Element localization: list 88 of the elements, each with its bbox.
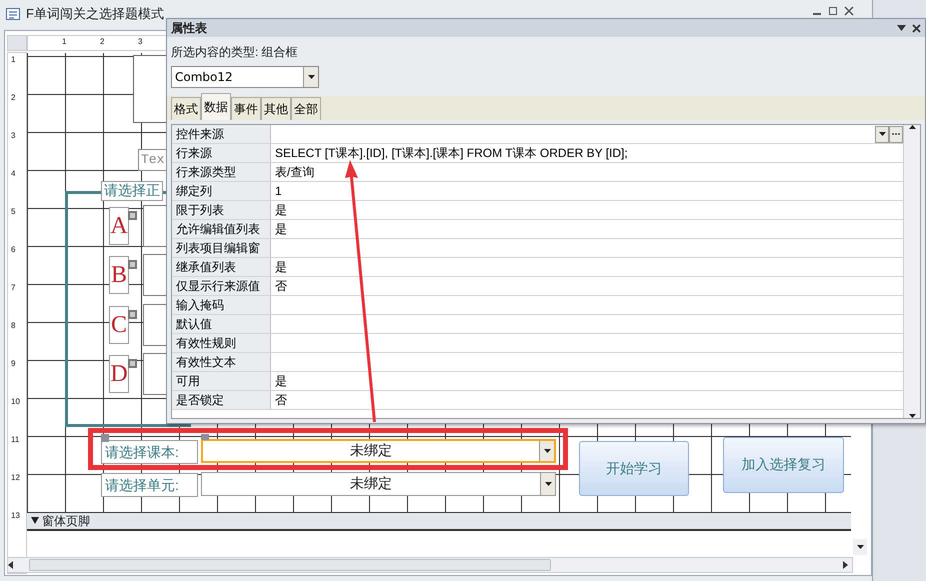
dropdown-icon[interactable] [897,25,906,31]
property-value[interactable]: 是 [275,258,287,276]
property-name: 控件来源 [172,125,271,143]
ruler-number: 8 [11,321,16,330]
option-label: C [109,306,129,344]
property-name: 继承值列表 [172,258,271,276]
scroll-right-icon[interactable] [843,561,848,569]
selection-type-text: 所选内容的类型: 组合框 [170,44,299,61]
dropdown-button[interactable] [875,126,889,142]
object-selector[interactable]: Combo12 [171,66,319,88]
option-label: D [109,355,129,393]
ruler-number: 1 [11,55,16,64]
ruler-number: 6 [11,245,16,254]
ruler-number: 10 [11,397,20,406]
field-label: 请选择单元: [101,473,198,497]
ruler-number: 11 [11,435,20,444]
option-button-icon[interactable] [128,260,137,269]
property-name: 默认值 [172,315,271,333]
option-label: A [109,207,129,245]
option-label: B [109,256,129,294]
scroll-thumb[interactable] [29,559,551,571]
panel-title: 属性表 [171,20,207,36]
ruler-number: 12 [11,473,20,482]
property-value[interactable]: 是 [275,220,287,238]
property-name: 输入掩码 [172,296,271,314]
arrow-icon [31,517,39,525]
ruler-number: 2 [11,93,16,102]
ruler-number: 1 [62,37,66,46]
property-value[interactable]: 是 [275,372,287,390]
close-icon[interactable] [844,6,854,16]
property-value[interactable]: 1 [275,184,282,198]
ruler-number: 13 [11,511,20,520]
form-button[interactable]: 加入选择复习 [723,437,844,493]
property-value[interactable]: 表/查询 [275,164,314,180]
form-icon [6,8,20,20]
property-name: 绑定列 [172,182,271,200]
dropdown-icon [544,482,552,486]
ruler-number: 9 [11,359,16,368]
builder-button[interactable] [889,126,903,142]
restore-icon[interactable] [828,6,838,16]
tab[interactable]: 格式 [171,97,201,120]
ruler-number: 5 [11,207,16,216]
scroll-left-icon[interactable] [8,561,13,569]
ruler-number: 4 [11,169,16,178]
property-value[interactable]: SELECT [T课本].[ID], [T课本].[课本] FROM T课本 ORDER BY [ID]; [275,144,628,162]
property-name: 仅显示行来源值 [172,277,271,295]
ruler-number: 7 [11,283,16,292]
field-label: 请选择课本: [101,440,198,464]
close-icon[interactable] [912,24,921,32]
scroll-down-icon [908,414,916,418]
property-name: 允许编辑值列表 [172,220,271,238]
property-name: 行来源 [172,144,271,162]
horizontal-scrollbar[interactable] [7,557,853,573]
scroll-down-button[interactable] [853,539,867,555]
tab[interactable]: 事件 [231,97,261,120]
ruler-number: 3 [11,131,16,140]
dropdown-icon [878,132,886,136]
combo-box[interactable]: 未绑定 [201,439,556,463]
tab[interactable]: 数据 [201,93,231,120]
property-name: 可用 [172,372,271,390]
scroll-down-icon [856,545,864,549]
scroll-up-icon [908,125,916,129]
vertical-scrollbar[interactable] [903,125,920,418]
property-name: 列表项目编辑窗 [172,239,271,257]
combo-box[interactable]: 未绑定 [201,472,556,496]
ruler-number: 2 [100,37,104,46]
form-button[interactable]: 开始学习 [579,441,689,496]
section-title: 窗体页脚 [42,512,90,530]
group-label: 请选择正 [101,181,163,201]
dropdown-icon [308,75,314,79]
ruler-number: 3 [138,37,142,46]
property-name: 行来源类型 [172,163,271,181]
resize-handle[interactable] [201,434,209,440]
property-value[interactable]: 是 [275,202,287,218]
option-button-icon[interactable] [128,211,137,220]
tab[interactable]: 全部 [291,97,321,120]
resize-handle[interactable] [101,434,109,442]
property-name: 是否锁定 [172,391,271,409]
property-name: 限于列表 [172,201,271,219]
property-name: 有效性规则 [172,334,271,352]
option-button-icon[interactable] [128,310,137,319]
option-button-icon[interactable] [128,359,137,368]
property-value[interactable]: 否 [275,392,287,408]
tab[interactable]: 其他 [261,97,291,120]
property-value[interactable]: 否 [275,278,287,294]
window-title: F单词闯关之选择题模式 [26,5,164,23]
property-name: 有效性文本 [172,353,271,371]
dropdown-icon [544,449,550,453]
